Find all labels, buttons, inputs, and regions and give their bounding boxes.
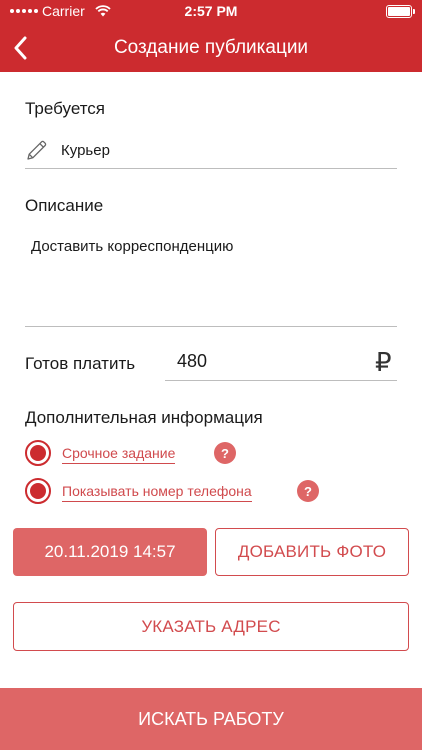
- battery-icon: [386, 5, 415, 18]
- page-title: Создание публикации: [113, 37, 309, 58]
- ruble-icon: ₽: [375, 347, 392, 377]
- extra-info-label: Дополнительная информация: [25, 408, 263, 427]
- add-photo-button[interactable]: ДОБАВИТЬ ФОТО: [215, 528, 409, 576]
- radio-selected-dot: [30, 483, 46, 499]
- required-underline: [25, 168, 397, 169]
- description-label: Описание: [25, 196, 104, 215]
- show-phone-help-icon[interactable]: ?: [297, 480, 319, 502]
- urgent-radio[interactable]: [25, 440, 51, 466]
- description-input[interactable]: Доставить корреспонденцию: [31, 238, 233, 255]
- urgent-help-icon[interactable]: ?: [214, 442, 236, 464]
- pay-input[interactable]: 480: [177, 351, 207, 372]
- datetime-button[interactable]: 20.11.2019 14:57: [13, 528, 207, 576]
- urgent-task-link[interactable]: Срочное задание: [62, 445, 176, 464]
- pay-underline: [165, 380, 397, 381]
- status-time: 2:57 PM: [184, 3, 238, 19]
- nav-bar: Создание публикации: [0, 24, 422, 72]
- show-phone-link[interactable]: Показывать номер телефона: [62, 483, 252, 502]
- search-work-button[interactable]: ИСКАТЬ РАБОТУ: [0, 688, 422, 750]
- set-address-button[interactable]: УКАЗАТЬ АДРЕС: [13, 602, 409, 651]
- required-label: Требуется: [25, 99, 106, 118]
- status-bar: Carrier 2:57 PM: [0, 0, 422, 24]
- radio-selected-dot: [30, 445, 46, 461]
- required-input[interactable]: Курьер: [61, 142, 110, 159]
- description-underline: [25, 326, 397, 327]
- pencil-icon: [27, 140, 47, 160]
- show-phone-radio[interactable]: [25, 478, 51, 504]
- pay-label: Готов платить: [25, 354, 136, 373]
